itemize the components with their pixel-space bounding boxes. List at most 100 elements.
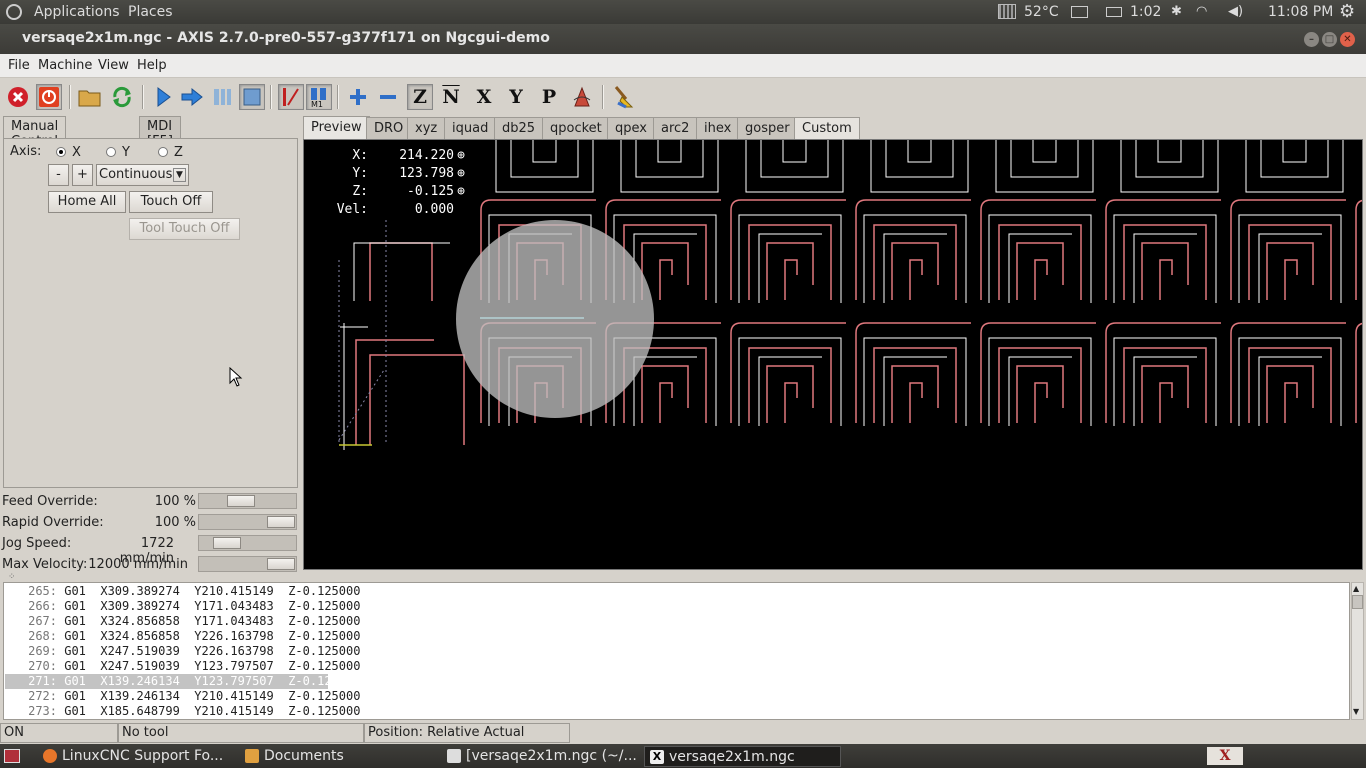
minimize-icon[interactable]: – [1304,32,1319,47]
tab-arc2[interactable]: arc2 [653,117,698,139]
battery-icon[interactable] [1106,7,1122,17]
close-icon[interactable]: ✕ [1340,32,1355,47]
bluetooth-icon[interactable]: ✱ [1171,4,1182,19]
volume-icon[interactable]: ◀) [1228,4,1243,19]
stop-button[interactable] [239,84,265,110]
toolpath-preview[interactable]: X: 214.220 ⊕ Y: 123.798 ⊕ Z: -0.125 ⊕ Vel: 0.00… [303,139,1363,570]
pause-button[interactable] [209,84,235,110]
gcode-line[interactable]: 269: G01 X247.519039 Y226.163798 Z-0.125… [5,644,360,659]
task-editor[interactable]: [versaqe2x1m.ngc (~/... [442,746,638,767]
gcode-line[interactable]: 265: G01 X309.389274 Y210.415149 Z-0.125… [5,584,360,599]
gcode-line[interactable]: 272: G01 X139.246134 Y210.415149 Z-0.125… [5,689,360,704]
tab-ihex[interactable]: ihex [696,117,740,139]
gcode-line[interactable]: 271: G01 X139.246134 Y123.797507 Z-0.125… [5,674,360,689]
block-delete-button[interactable] [278,84,304,110]
scroll-thumb[interactable] [1352,595,1363,609]
temperature-indicator[interactable]: 52°C [1024,4,1059,20]
feed-override-value: 100 % [154,494,196,509]
toolpath-outline [863,214,967,303]
tab-mdi[interactable]: MDI [F5] [139,116,181,149]
radio-icon [158,147,168,157]
tab-iquad[interactable]: iquad [444,117,497,139]
reload-button[interactable] [109,84,135,110]
gcode-line[interactable]: 273: G01 X185.648799 Y210.415149 Z-0.125… [5,704,360,719]
slider-thumb[interactable] [226,495,255,507]
jog-speed-slider[interactable] [198,535,297,551]
machine-power-button[interactable] [36,84,62,110]
axis-radio-x[interactable]: X [56,145,81,160]
view-p-button[interactable]: P [536,84,562,110]
applications-menu[interactable]: Applications [34,4,120,20]
mail-icon[interactable] [1071,6,1088,18]
gcode-line[interactable]: 267: G01 X324.856858 Y171.043483 Z-0.125… [5,614,360,629]
gcode-listing[interactable]: 265: G01 X309.389274 Y210.415149 Z-0.125… [3,582,1350,720]
view-y-button[interactable]: Y [503,84,529,110]
view-z2-button[interactable]: N [438,84,464,110]
jog-minus-button[interactable]: - [48,164,69,186]
jog-increment-select[interactable]: Continuous ▼ [96,164,189,186]
scroll-down-icon[interactable]: ▼ [1353,707,1359,716]
max-velocity-slider[interactable] [198,556,297,572]
gcode-line[interactable]: 266: G01 X309.389274 Y171.043483 Z-0.125… [5,599,360,614]
maximize-icon[interactable]: □ [1322,32,1337,47]
cpu-monitor-icon[interactable] [998,4,1016,19]
window-title-bar[interactable]: versaqe2x1m.ngc - AXIS 2.7.0-pre0-557-g3… [0,24,1366,54]
settings-gear-icon[interactable]: ⚙ [1339,1,1355,22]
slider-thumb[interactable] [213,537,242,549]
line-code: G01 X309.389274 Y171.043483 Z-0.125000 [64,599,361,613]
jog-plus-button[interactable]: + [72,164,93,186]
task-axis[interactable]: Xversaqe2x1m.ngc [644,746,841,767]
view-z-button[interactable]: Z [407,84,433,110]
tool-touch-off-button[interactable]: Tool Touch Off [129,218,240,240]
estop-button[interactable] [5,84,31,110]
battery-time[interactable]: 1:02 [1130,4,1161,20]
show-desktop-icon[interactable] [4,749,20,763]
rotate-view-button[interactable] [569,84,595,110]
slider-thumb[interactable] [267,516,295,528]
clock[interactable]: 11:08 PM [1268,4,1333,20]
step-button[interactable] [179,84,205,110]
axis-radio-y[interactable]: Y [106,145,130,160]
slider-thumb[interactable] [267,558,295,570]
toolbar-separator [142,85,144,109]
tab-custom[interactable]: Custom [794,117,860,139]
gcode-scrollbar[interactable]: ▲ ▼ [1351,582,1364,720]
optional-stop-button[interactable]: M1 [306,84,332,110]
task-firefox[interactable]: LinuxCNC Support Fo... [38,746,234,767]
touch-off-button[interactable]: Touch Off [129,191,213,213]
menu-file[interactable]: File [8,58,30,73]
dro-y-label: Y: [352,166,368,181]
tab-dro[interactable]: DRO [366,117,412,139]
scroll-up-icon[interactable]: ▲ [1353,584,1359,593]
wifi-icon[interactable]: ◠ [1196,4,1207,19]
menu-help[interactable]: Help [137,58,167,73]
tab-gosper[interactable]: gosper [737,117,798,139]
feed-override-slider[interactable] [198,493,297,509]
gcode-line[interactable]: 268: G01 X324.856858 Y226.163798 Z-0.125… [5,629,360,644]
open-file-button[interactable] [77,84,103,110]
axis-radio-z[interactable]: Z [158,145,183,160]
ubuntu-logo-icon[interactable] [6,4,22,20]
run-button[interactable] [150,84,176,110]
zoom-out-icon [380,95,396,99]
clear-plot-button[interactable] [611,84,637,110]
zoom-out-button[interactable] [375,84,401,110]
tab-db25[interactable]: db25 [494,117,544,139]
tab-qpocket[interactable]: qpocket [542,117,610,139]
gcode-line[interactable]: 270: G01 X247.519039 Y123.797507 Z-0.125… [5,659,360,674]
toolpath-outline [988,337,1092,426]
tab-manual-control[interactable]: Manual Control [F3] [3,116,67,164]
view-x-button[interactable]: X [471,84,497,110]
menu-machine[interactable]: Machine [38,58,92,73]
pane-resize-grip[interactable]: ⁘ [8,572,16,582]
zoom-in-button[interactable] [345,84,371,110]
menu-view[interactable]: View [98,58,129,73]
rapid-override-slider[interactable] [198,514,297,530]
tab-xyz[interactable]: xyz [407,117,446,139]
places-menu[interactable]: Places [128,4,173,20]
axis-tray-icon[interactable]: X [1207,747,1243,765]
task-documents[interactable]: Documents [240,746,436,767]
tab-preview[interactable]: Preview [303,116,370,139]
home-all-button[interactable]: Home All [48,191,126,213]
tab-qpex[interactable]: qpex [607,117,655,139]
